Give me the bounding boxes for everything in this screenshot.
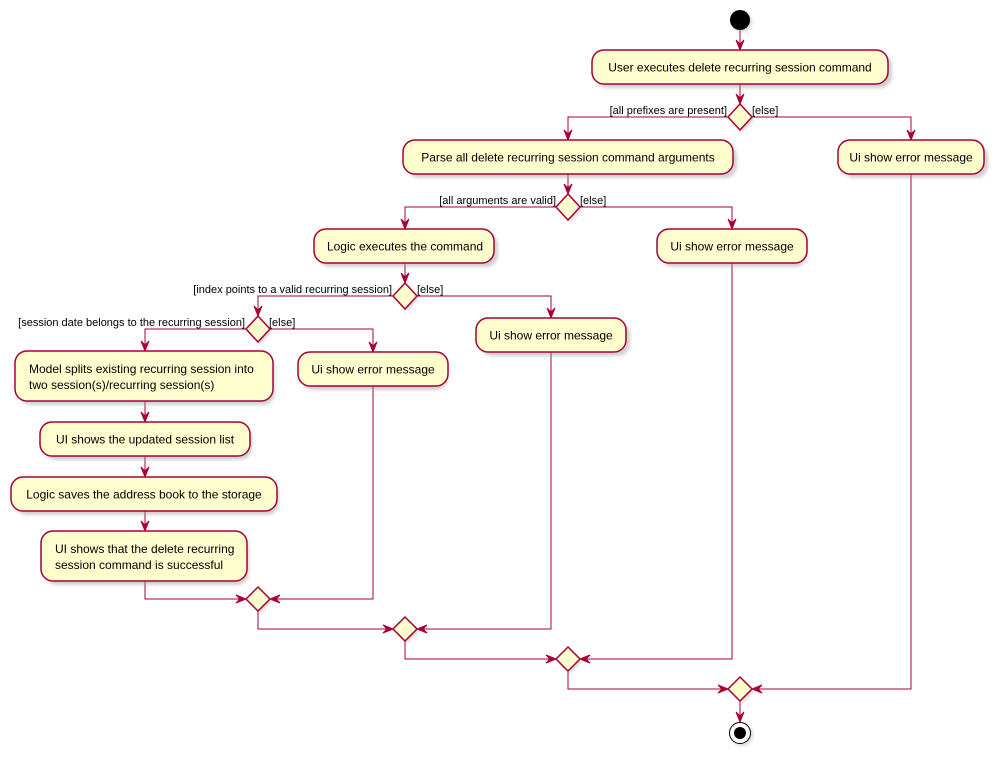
action-error-index: Ui show error message — [475, 317, 630, 356]
guard-prefixes-present: [all prefixes are present] — [610, 105, 727, 117]
action-user-executes: User executes delete recurring session c… — [591, 49, 892, 88]
action-label: UI shows the updated session list — [56, 433, 235, 447]
merge-4 — [726, 675, 754, 703]
merge-2 — [391, 615, 419, 643]
decision-arguments — [554, 192, 582, 222]
action-label-line1: Model splits existing recurring session … — [29, 362, 254, 376]
action-logic-saves: Logic saves the address book to the stor… — [10, 476, 279, 515]
action-label: User executes delete recurring session c… — [608, 61, 871, 75]
action-error-date: Ui show error message — [297, 351, 449, 390]
action-label: Ui show error message — [311, 363, 435, 377]
decision-prefixes — [726, 102, 754, 132]
merge-3 — [554, 645, 582, 673]
action-ui-updated-list: UI shows the updated session list — [39, 421, 252, 460]
action-label: Ui show error message — [489, 329, 613, 343]
action-parse-arguments: Parse all delete recurring session comma… — [402, 139, 737, 178]
guard-args-valid: [all arguments are valid] — [439, 195, 556, 207]
edge-error4-to-merge1 — [270, 386, 374, 600]
action-model-splits: Model splits existing recurring session … — [14, 350, 275, 405]
edge-merge3-to-merge4 — [567, 671, 728, 690]
edge-decision2-to-logic — [404, 206, 556, 229]
edge-decision4-to-model — [144, 328, 246, 351]
guard-index-else: [else] — [417, 284, 443, 296]
action-label: Parse all delete recurring session comma… — [421, 151, 714, 165]
action-ui-success: UI shows that the delete recurring sessi… — [40, 530, 249, 585]
edge-decision1-to-parse — [567, 116, 728, 140]
merge-1 — [244, 585, 272, 613]
decision-index — [391, 281, 419, 311]
action-error-arguments: Ui show error message — [656, 228, 808, 267]
edge-decision3-to-decision4 — [257, 295, 393, 316]
edge-decision1-to-error1 — [752, 116, 912, 140]
edge-decision3-to-error3 — [417, 295, 552, 318]
guard-prefixes-else: [else] — [752, 105, 778, 117]
action-label-line2: two session(s)/recurring session(s) — [29, 378, 214, 392]
edge-merge1-to-merge2 — [257, 611, 393, 630]
action-logic-executes: Logic executes the command — [313, 228, 498, 267]
activity-diagram: User executes delete recurring session c… — [10, 10, 988, 746]
start-node — [730, 10, 752, 32]
guard-args-else: [else] — [580, 195, 606, 207]
edge-error3-to-merge2 — [417, 352, 552, 630]
action-label: Logic executes the command — [327, 240, 483, 254]
action-label: Ui show error message — [670, 240, 794, 254]
edge-decision4-to-error4 — [270, 328, 374, 352]
guard-index-valid: [index points to a valid recurring sessi… — [193, 284, 392, 296]
guard-date-belongs: [session date belongs to the recurring s… — [18, 317, 245, 329]
action-label: Logic saves the address book to the stor… — [26, 488, 262, 502]
edge-decision2-to-error2 — [580, 206, 733, 229]
action-label: Ui show error message — [849, 151, 973, 165]
guard-date-else: [else] — [269, 317, 295, 329]
action-label-line2: session command is successful — [55, 558, 223, 572]
end-node — [729, 722, 753, 746]
action-error-prefixes: Ui show error message — [837, 139, 988, 178]
action-label-line1: UI shows that the delete recurring — [55, 542, 234, 556]
edge-merge2-to-merge3 — [404, 641, 556, 660]
